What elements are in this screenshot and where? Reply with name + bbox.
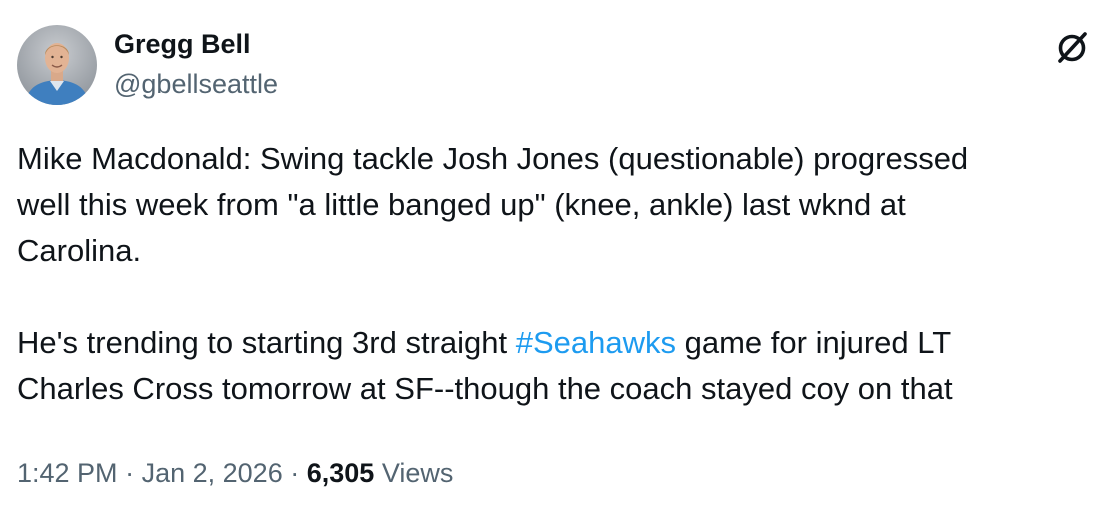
tweet-line: well this week from "a little banged up"… — [17, 187, 906, 222]
tweet-paragraph-2: He's trending to starting 3rd straight #… — [17, 320, 1092, 412]
views-count: 6,305 — [306, 458, 375, 488]
tweet-line: Charles Cross tomorrow at SF--though the… — [17, 371, 953, 406]
tweet-line: Mike Macdonald: Swing tackle Josh Jones … — [17, 141, 969, 176]
tweet-paragraph-1: Mike Macdonald: Swing tackle Josh Jones … — [17, 136, 1092, 274]
tweet-time[interactable]: 1:42 PM — [17, 458, 118, 488]
tweet-card: Gregg Bell @gbellseattle Mike Macdonald:… — [0, 0, 1100, 508]
author-display-name[interactable]: Gregg Bell — [114, 28, 251, 60]
hashtag-link[interactable]: #Seahawks — [516, 325, 676, 360]
tweet-line: Carolina. — [17, 233, 142, 268]
tweet-text: Mike Macdonald: Swing tackle Josh Jones … — [17, 136, 1092, 412]
tweet-date[interactable]: Jan 2, 2026 — [142, 458, 283, 488]
tweet-line-segment: He's trending to starting 3rd straight — [17, 325, 516, 360]
avatar-photo — [17, 25, 97, 105]
tweet-line-segment: game for injured LT — [676, 325, 952, 360]
tweet-meta: 1:42 PM · Jan 2, 2026 · 6,305 Views — [17, 455, 453, 491]
author-avatar[interactable] — [17, 25, 97, 105]
views-label: Views — [381, 458, 454, 488]
meta-separator: · — [290, 458, 300, 488]
meta-separator: · — [125, 458, 135, 488]
author-handle[interactable]: @gbellseattle — [114, 68, 278, 100]
x-logo-icon[interactable] — [1052, 27, 1092, 67]
